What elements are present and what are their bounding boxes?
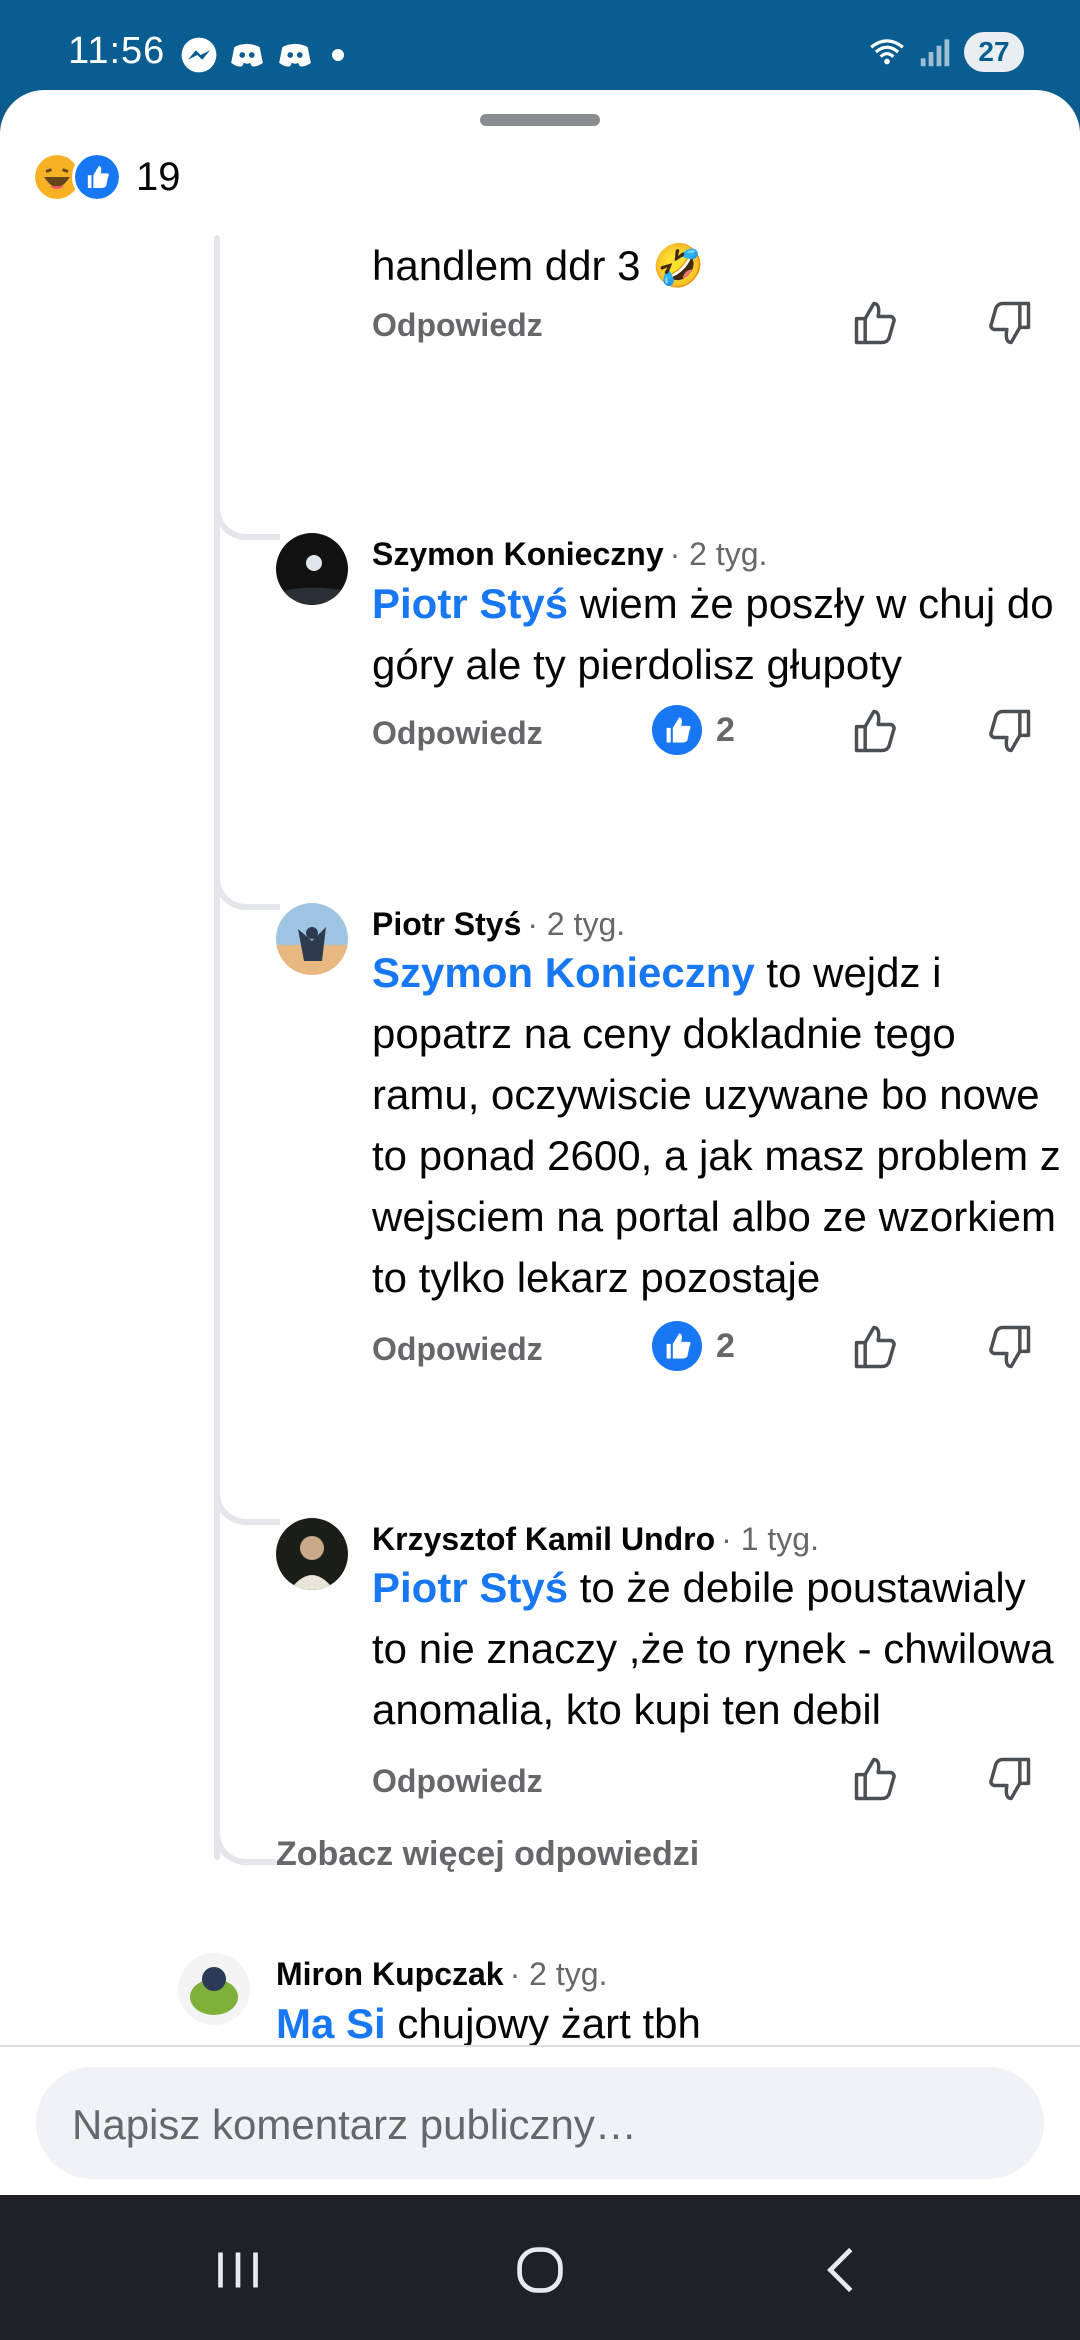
comment-author[interactable]: Krzysztof Kamil Undro · 1 tyg. xyxy=(372,1521,819,1558)
avatar-image xyxy=(276,533,348,605)
thumb-up-icon[interactable] xyxy=(850,1753,902,1805)
comment-body: chujowy żart tbh xyxy=(385,2000,701,2045)
reply-button[interactable]: Odpowiedz xyxy=(372,1763,543,1800)
reply-button[interactable]: Odpowiedz xyxy=(372,307,543,344)
system-nav-bar xyxy=(0,2195,1080,2340)
more-replies-link[interactable]: Zobacz więcej odpowiedzi xyxy=(276,1835,699,1874)
comment-text: Piotr Styś to że debile poustawialy to n… xyxy=(372,1557,1062,1740)
avatar[interactable] xyxy=(276,1518,348,1590)
signal-icon xyxy=(920,39,950,67)
like-count: 2 xyxy=(716,1326,735,1365)
comment-author[interactable]: Piotr Styś · 2 tyg. xyxy=(372,906,625,943)
thread-line xyxy=(214,235,220,1860)
home-icon[interactable] xyxy=(505,2235,575,2305)
comment-text: Szymon Konieczny to wejdz i popatrz na c… xyxy=(372,942,1062,1308)
thread-connector xyxy=(214,1485,280,1525)
mention-link[interactable]: Piotr Styś xyxy=(372,580,568,627)
comment-input-placeholder: Napisz komentarz publiczny… xyxy=(72,2101,637,2148)
author-name[interactable]: Szymon Konieczny xyxy=(372,536,664,572)
avatar-image xyxy=(276,903,348,975)
avatar[interactable] xyxy=(276,903,348,975)
notification-icons xyxy=(180,36,344,74)
thumb-down-icon[interactable] xyxy=(983,1321,1035,1373)
wifi-icon xyxy=(870,39,904,65)
comment-like-count[interactable]: 2 xyxy=(652,705,735,755)
thumb-up-icon[interactable] xyxy=(850,1321,902,1373)
comment-time: · 2 tyg. xyxy=(527,906,626,942)
like-count: 2 xyxy=(716,710,735,749)
drag-handle[interactable] xyxy=(480,114,600,126)
battery-indicator: 27 xyxy=(964,32,1024,72)
comment-author[interactable]: Miron Kupczak · 2 tyg. xyxy=(276,1956,607,1993)
mention-link[interactable]: Piotr Styś xyxy=(372,1564,568,1611)
comments-sheet: 19 handlem ddr 3 🤣 Odpowiedz Szymon Koni… xyxy=(0,90,1080,2195)
author-name[interactable]: Piotr Styś xyxy=(372,906,521,942)
thumb-up-icon[interactable] xyxy=(850,297,902,349)
thumb-down-icon[interactable] xyxy=(983,1753,1035,1805)
reaction-count: 19 xyxy=(136,154,181,199)
author-name[interactable]: Miron Kupczak xyxy=(276,1956,504,1992)
like-reaction-icon xyxy=(72,152,122,202)
comment-list[interactable]: handlem ddr 3 🤣 Odpowiedz Szymon Koniecz… xyxy=(0,235,1080,2045)
thread-connector xyxy=(214,870,280,910)
thread-connector xyxy=(214,1825,280,1865)
like-reaction-icon xyxy=(652,705,702,755)
comment-time: · 1 tyg. xyxy=(721,1521,819,1557)
discord-icon xyxy=(231,43,263,67)
thumb-down-icon[interactable] xyxy=(983,297,1035,349)
more-notifications-dot xyxy=(332,49,344,61)
author-name[interactable]: Krzysztof Kamil Undro xyxy=(372,1521,715,1557)
comment-time: · 2 tyg. xyxy=(509,1956,608,1992)
mention-link[interactable]: Szymon Konieczny xyxy=(372,949,755,996)
thread-connector xyxy=(214,500,280,540)
discord-icon xyxy=(279,43,311,67)
reactions-summary[interactable]: 19 xyxy=(32,152,181,202)
comment-text: Piotr Styś wiem że poszły w chuj do góry… xyxy=(372,573,1062,695)
thumb-up-icon[interactable] xyxy=(850,705,902,757)
reply-button[interactable]: Odpowiedz xyxy=(372,1331,543,1368)
comment-text: handlem ddr 3 🤣 xyxy=(372,235,1062,296)
comment-input[interactable]: Napisz komentarz publiczny… xyxy=(36,2067,1044,2179)
status-time: 11:56 xyxy=(68,30,166,72)
comment-text: Ma Si chujowy żart tbh xyxy=(276,1993,966,2045)
recents-icon[interactable] xyxy=(203,2235,273,2305)
avatar-image xyxy=(178,1953,250,2025)
thumb-down-icon[interactable] xyxy=(983,705,1035,757)
avatar[interactable] xyxy=(276,533,348,605)
messenger-icon xyxy=(181,37,217,73)
avatar[interactable] xyxy=(178,1953,250,2025)
like-reaction-icon xyxy=(652,1321,702,1371)
system-indicators: 27 xyxy=(868,32,1024,72)
reply-button[interactable]: Odpowiedz xyxy=(372,715,543,752)
comment-author[interactable]: Szymon Konieczny · 2 tyg. xyxy=(372,536,767,573)
back-icon[interactable] xyxy=(807,2235,877,2305)
avatar-image xyxy=(276,1518,348,1590)
comment-body: handlem ddr 3 🤣 xyxy=(372,242,705,289)
comment-composer: Napisz komentarz publiczny… xyxy=(0,2045,1080,2195)
comment-time: · 2 tyg. xyxy=(669,536,768,572)
comment-body: to wejdz i popatrz na ceny dokladnie teg… xyxy=(372,949,1061,1301)
comment-like-count[interactable]: 2 xyxy=(652,1321,735,1371)
mention-link[interactable]: Ma Si xyxy=(276,2000,386,2045)
